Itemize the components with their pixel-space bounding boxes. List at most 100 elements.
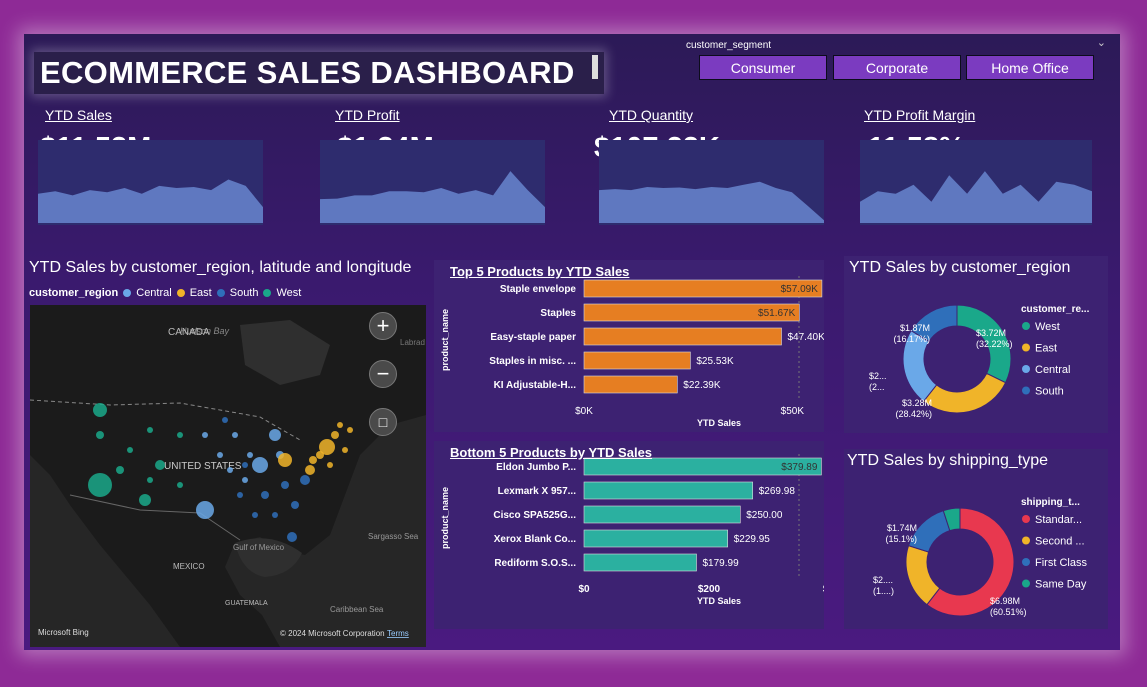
map-bubble[interactable] [261,491,269,499]
map-bubble[interactable] [269,429,281,441]
donut-data-label: $2... [869,371,887,381]
map-bubble[interactable] [202,432,208,438]
map-legend: customer_region Central East South West [29,287,301,299]
bar[interactable] [583,351,691,370]
sparkline-area [860,171,1092,223]
legend-dot-central [123,289,132,297]
bar-value-label: $57.09K [781,284,819,295]
bar-value-label: $47.40K [788,332,825,343]
bar[interactable] [583,553,697,572]
map-bubble[interactable] [88,473,112,497]
bar-category-label: Xerox Blank Co... [494,534,576,545]
donut-data-label: (28.42%) [895,409,932,419]
map-bubble[interactable] [155,460,165,470]
donut-legend-label[interactable]: First Class [1035,557,1087,569]
kpi-label-ytd-sales: YTD Sales [45,107,112,123]
map-bubble[interactable] [252,512,258,518]
map-bubble[interactable] [247,452,253,458]
donut-legend-label[interactable]: West [1035,321,1060,333]
map-bubble[interactable] [177,482,183,488]
donut-legend-label[interactable]: Standar... [1035,514,1082,526]
map-bubble[interactable] [96,431,104,439]
map-bubble[interactable] [300,475,310,485]
kpi-sparkline-ytd-profit [320,140,545,225]
map-bubble[interactable] [309,456,317,464]
land-area [30,305,426,647]
x-tick-label: $200 [698,584,721,595]
kpi-sparkline-ytd-profit-margin [860,140,1092,225]
legend-dot-west [263,289,272,297]
shipping-donut-chart: $6.98M(60.51%) $2....(1....) $1.74M(15.1%)… [873,497,1087,617]
sparkline-area [38,179,263,223]
map-copyright: © 2024 Microsoft Corporation [280,629,385,638]
segment-button-corporate[interactable]: Corporate [833,55,961,80]
mexico-label: MEXICO [173,562,205,571]
region-donut-title: YTD Sales by customer_region [849,259,1071,276]
map-bubble[interactable] [177,432,183,438]
bar[interactable] [583,327,782,346]
donut-data-label: $1.74M [887,523,917,533]
map-bubble[interactable] [287,532,297,542]
chevron-down-icon[interactable]: ⌄ [1097,36,1106,49]
map-bubble[interactable] [147,427,153,433]
donut-legend-label[interactable]: Same Day [1035,579,1087,591]
segment-button-consumer[interactable]: Consumer [699,55,827,80]
map-bubble[interactable] [272,512,278,518]
bar-category-label: Staple envelope [500,284,577,295]
bar-value-label: $379.89 [781,462,818,473]
page-title: ECOMMERCE SALES DASHBOARD [40,55,575,90]
map-bubble[interactable] [232,432,238,438]
y-axis-label: product_name [440,487,450,549]
donut-legend-label[interactable]: South [1035,386,1064,398]
map-legend-title: customer_region [29,287,119,299]
map-bubble[interactable] [127,447,133,453]
map-bubble[interactable] [347,427,353,433]
donut-legend-label[interactable]: East [1035,343,1057,355]
bar[interactable] [583,529,728,548]
top5-chart: Staple envelope $57.09K Staples $51.67K Easy… [440,276,825,428]
map-bubble[interactable] [147,477,153,483]
map-bubble[interactable] [242,477,248,483]
map-bubble[interactable] [331,431,339,439]
legend-dot [1022,536,1030,545]
donut-legend-label[interactable]: Central [1035,364,1070,376]
map-bubble[interactable] [305,465,315,475]
map-bubble[interactable] [291,501,299,509]
map-bubble[interactable] [337,422,343,428]
bar[interactable] [583,375,678,394]
legend-label-east: East [189,287,212,299]
donut-data-label: $2.... [873,575,893,585]
legend-dot [1022,386,1030,395]
map-bubble[interactable] [227,467,233,473]
map-bubble[interactable] [222,417,228,423]
map-select-icon[interactable]: □ [369,408,397,436]
donut-data-label: $3.28M [902,398,932,408]
map-bubble[interactable] [319,439,335,455]
kpi-sparkline-ytd-quantity [599,140,824,225]
map-bubble[interactable] [242,462,248,468]
donut-legend-label[interactable]: Second ... [1035,536,1085,548]
segment-button-home-office[interactable]: Home Office [966,55,1094,80]
map-bubble[interactable] [237,492,243,498]
zoom-out-icon[interactable]: − [369,360,397,388]
map-bubble[interactable] [342,447,348,453]
bar-value-label: $22.39K [683,380,721,391]
bar[interactable] [583,481,753,500]
map-bubble[interactable] [278,453,292,467]
map-bubble[interactable] [327,462,333,468]
map-bubble[interactable] [116,466,124,474]
zoom-in-icon[interactable]: + [369,312,397,340]
map-bubble[interactable] [196,501,214,519]
map-bubble[interactable] [93,403,107,417]
donut-data-label: (16.17%) [893,334,930,344]
map-bubble[interactable] [281,481,289,489]
bar[interactable] [583,505,741,524]
x-axis-label: YTD Sales [697,418,741,428]
map-terms-link[interactable]: Terms [387,629,409,638]
sales-map[interactable]: Hudson Bay Labrad CANADA UNITED STATES M… [30,305,426,647]
map-bubble[interactable] [217,452,223,458]
x-tick-label: $400 [823,584,824,595]
map-bubble[interactable] [252,457,268,473]
map-bubble[interactable] [139,494,151,506]
donut-slice[interactable] [922,372,1007,414]
